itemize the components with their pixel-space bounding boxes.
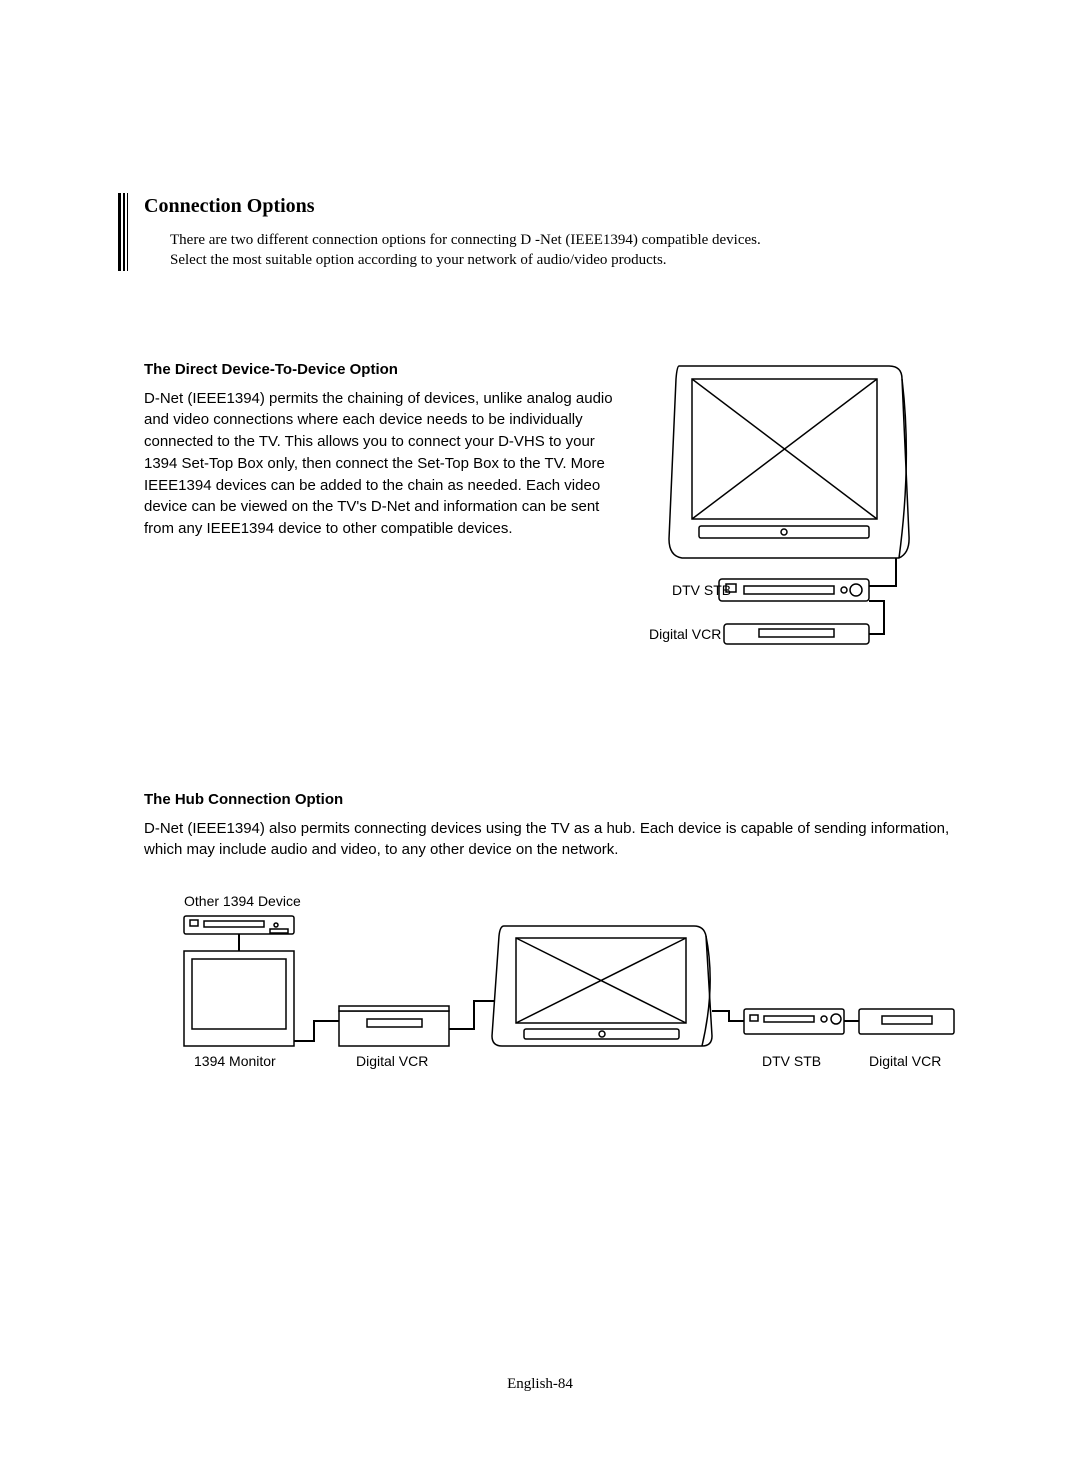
section-rule-icon <box>118 193 132 271</box>
page-number: English-84 <box>0 1376 1080 1393</box>
hub-option-title: The Hub Connection Option <box>144 791 970 808</box>
page: Connection Options There are two differe… <box>0 0 1080 1478</box>
direct-option-figure: DTV STB Digital VCR <box>644 361 924 681</box>
label-digital-vcr-right: Digital VCR <box>869 1053 941 1069</box>
direct-option-title: The Direct Device-To-Device Option <box>144 361 624 378</box>
label-digital-vcr: Digital VCR <box>649 626 721 642</box>
intro-line-1: There are two different connection optio… <box>170 232 761 248</box>
label-other-1394: Other 1394 Device <box>184 893 301 909</box>
intro-text: There are two different connection optio… <box>170 230 970 271</box>
label-1394-monitor: 1394 Monitor <box>194 1053 276 1069</box>
direct-option-body: D-Net (IEEE1394) permits the chaining of… <box>144 388 624 540</box>
intro-line-2: Select the most suitable option accordin… <box>170 252 667 268</box>
label-dtv-stb-hub: DTV STB <box>762 1053 821 1069</box>
direct-option-block: The Direct Device-To-Device Option D-Net… <box>144 361 970 681</box>
label-digital-vcr-left: Digital VCR <box>356 1053 428 1069</box>
hub-option-block: The Hub Connection Option D-Net (IEEE139… <box>144 791 970 1112</box>
hub-option-figure: Other 1394 Device 1394 Monitor Digital V… <box>144 891 970 1111</box>
section-title: Connection Options <box>144 195 970 218</box>
hub-option-body: D-Net (IEEE1394) also permits connecting… <box>144 818 970 862</box>
label-dtv-stb: DTV STB <box>672 582 731 598</box>
